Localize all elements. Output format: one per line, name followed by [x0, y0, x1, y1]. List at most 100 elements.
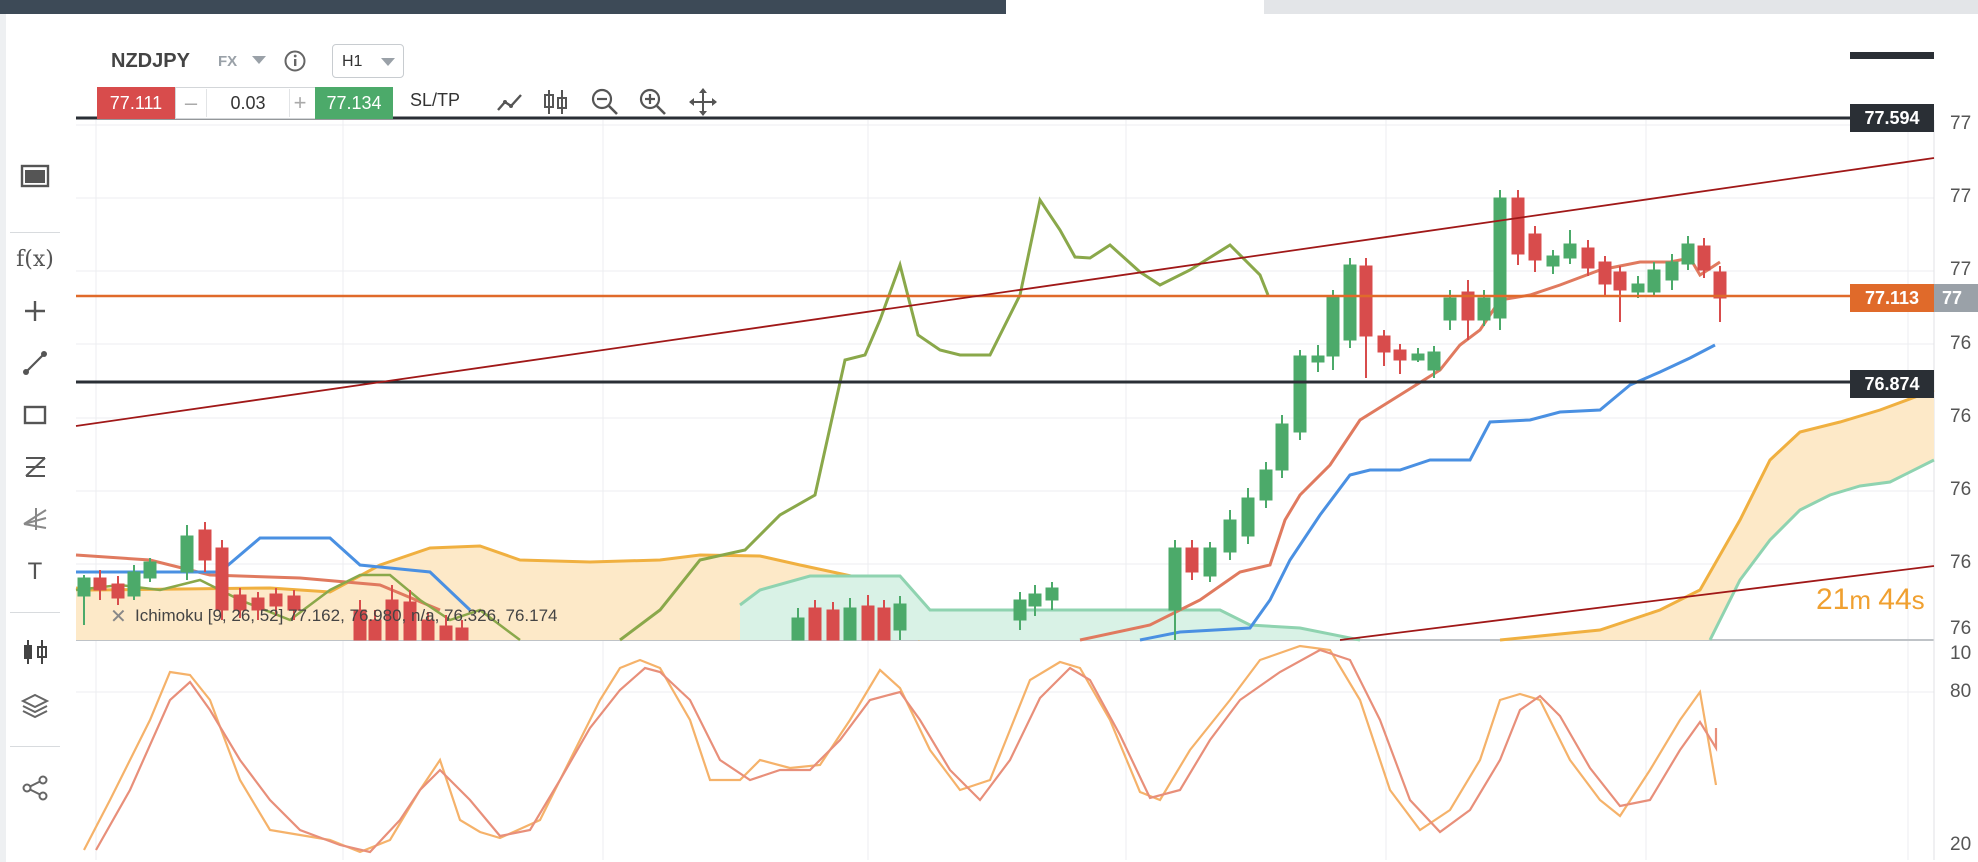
quantity-decrease-button[interactable]: –: [177, 89, 205, 117]
candle-body: [877, 607, 891, 641]
price-tick: 77: [1950, 186, 1972, 207]
candle-body: [93, 577, 107, 591]
kijun-line: [1139, 343, 1716, 642]
candles-icon: [24, 640, 47, 664]
candle-body: [1028, 593, 1042, 607]
trendline-tool[interactable]: [14, 345, 56, 381]
indicator-lines: [75, 196, 1721, 642]
price-label-top-line[interactable]: 77.594: [1850, 104, 1934, 132]
candle-body: [1681, 243, 1695, 265]
zoom-in-icon[interactable]: [637, 86, 669, 118]
candle-body: [1411, 353, 1425, 361]
stoch-tick: 20: [1950, 834, 1972, 855]
zoom-out-icon[interactable]: [589, 86, 621, 118]
countdown-s: s: [1911, 585, 1925, 615]
line-draw-icon: [23, 351, 47, 375]
candle-body: [1203, 547, 1217, 577]
fibonacci-tool[interactable]: [14, 449, 56, 485]
countdown-seconds: 44: [1878, 583, 1912, 616]
chevron-down-icon[interactable]: [252, 56, 266, 64]
stoch-tick: 80: [1950, 681, 1972, 702]
candle-body: [1528, 233, 1542, 261]
window-icon: [20, 164, 50, 188]
candle-body: [1493, 197, 1507, 319]
candle-body: [1293, 355, 1307, 433]
price-tick: 76: [1950, 333, 1972, 354]
price-label-current: 77.113: [1850, 284, 1934, 312]
candle-body: [826, 609, 840, 641]
stochastic-panel: [83, 644, 1718, 854]
quantity-increase-button[interactable]: +: [286, 89, 314, 117]
symbol-name[interactable]: NZDJPY: [111, 50, 190, 73]
candle-body: [269, 593, 283, 607]
quantity-input[interactable]: 0.03: [206, 89, 290, 117]
candle-countdown: 21m 44s: [1816, 583, 1925, 617]
candle-body: [1477, 297, 1491, 321]
candle-body: [1259, 469, 1273, 501]
pan-icon[interactable]: [687, 86, 719, 118]
candle-body: [1045, 587, 1059, 601]
candle-body: [180, 535, 194, 573]
candle-body: [439, 625, 453, 641]
candle-body: [1427, 351, 1441, 371]
candle-body: [143, 561, 157, 579]
candle-body: [1647, 269, 1661, 293]
candle-style-tool[interactable]: [14, 634, 56, 670]
candle-body: [1511, 197, 1525, 255]
candles: [77, 190, 1727, 641]
candle-body: [1359, 265, 1373, 337]
candle-body: [1013, 599, 1027, 621]
chevron-down-icon: [381, 58, 395, 66]
candle-body: [1697, 245, 1711, 271]
pitchfork-icon: [23, 508, 47, 530]
candle-body: [127, 571, 141, 597]
countdown-m: m: [1849, 585, 1872, 615]
layers-tool[interactable]: [14, 688, 56, 724]
candles-icon[interactable]: [540, 86, 572, 118]
stoch-d-line: [95, 648, 1718, 854]
countdown-minutes: 21: [1816, 583, 1850, 616]
pitchfork-tool[interactable]: [14, 501, 56, 537]
price-label-mid-line[interactable]: 76.874: [1850, 370, 1934, 398]
candle-body: [1665, 261, 1679, 281]
candle-body: [1598, 261, 1612, 285]
timeframe-label: H1: [342, 53, 363, 70]
candle-body: [1311, 355, 1325, 363]
sell-button[interactable]: 77.111: [97, 87, 175, 119]
buy-button[interactable]: 77.134: [315, 87, 393, 119]
price-tick: 77: [1950, 259, 1972, 280]
close-indicator-icon[interactable]: ✕: [110, 604, 127, 629]
candle-body: [1563, 243, 1577, 259]
chart-type-tool[interactable]: [14, 158, 56, 194]
candle-body: [1377, 335, 1391, 353]
stoch-k-line: [83, 644, 1718, 854]
sltp-button[interactable]: SL/TP: [410, 90, 460, 111]
candle-body: [1168, 547, 1182, 611]
candle-body: [843, 607, 857, 641]
candle-body: [1631, 283, 1645, 293]
candle-body: [1185, 547, 1199, 573]
axis-label-current: 77: [1934, 284, 1978, 312]
rectangle-icon: [23, 405, 47, 425]
candle-body: [455, 627, 469, 641]
symbol-type[interactable]: FX: [218, 53, 237, 70]
candle-body: [808, 607, 822, 641]
price-tick: 76: [1950, 618, 1972, 639]
candle-body: [111, 583, 125, 599]
info-icon[interactable]: [284, 50, 306, 72]
line-chart-icon[interactable]: [494, 86, 526, 118]
price-tick: 76: [1950, 552, 1972, 573]
price-tick: 77: [1950, 113, 1972, 134]
price-tick: 76: [1950, 406, 1972, 427]
rectangle-tool[interactable]: [14, 397, 56, 433]
stoch-tick: 10: [1950, 643, 1972, 664]
chart-canvas[interactable]: [0, 0, 1978, 862]
share-icon: [22, 775, 48, 801]
candle-body: [893, 603, 907, 631]
text-tool[interactable]: T: [14, 554, 56, 590]
candle-body: [1713, 271, 1727, 299]
crosshair-tool[interactable]: [14, 293, 56, 329]
ichimoku-legend[interactable]: Ichimoku [9, 26, 52] 77.162, 76.980, n/a…: [135, 606, 558, 626]
indicators-tool[interactable]: f(x): [14, 241, 56, 277]
share-tool[interactable]: [14, 770, 56, 806]
